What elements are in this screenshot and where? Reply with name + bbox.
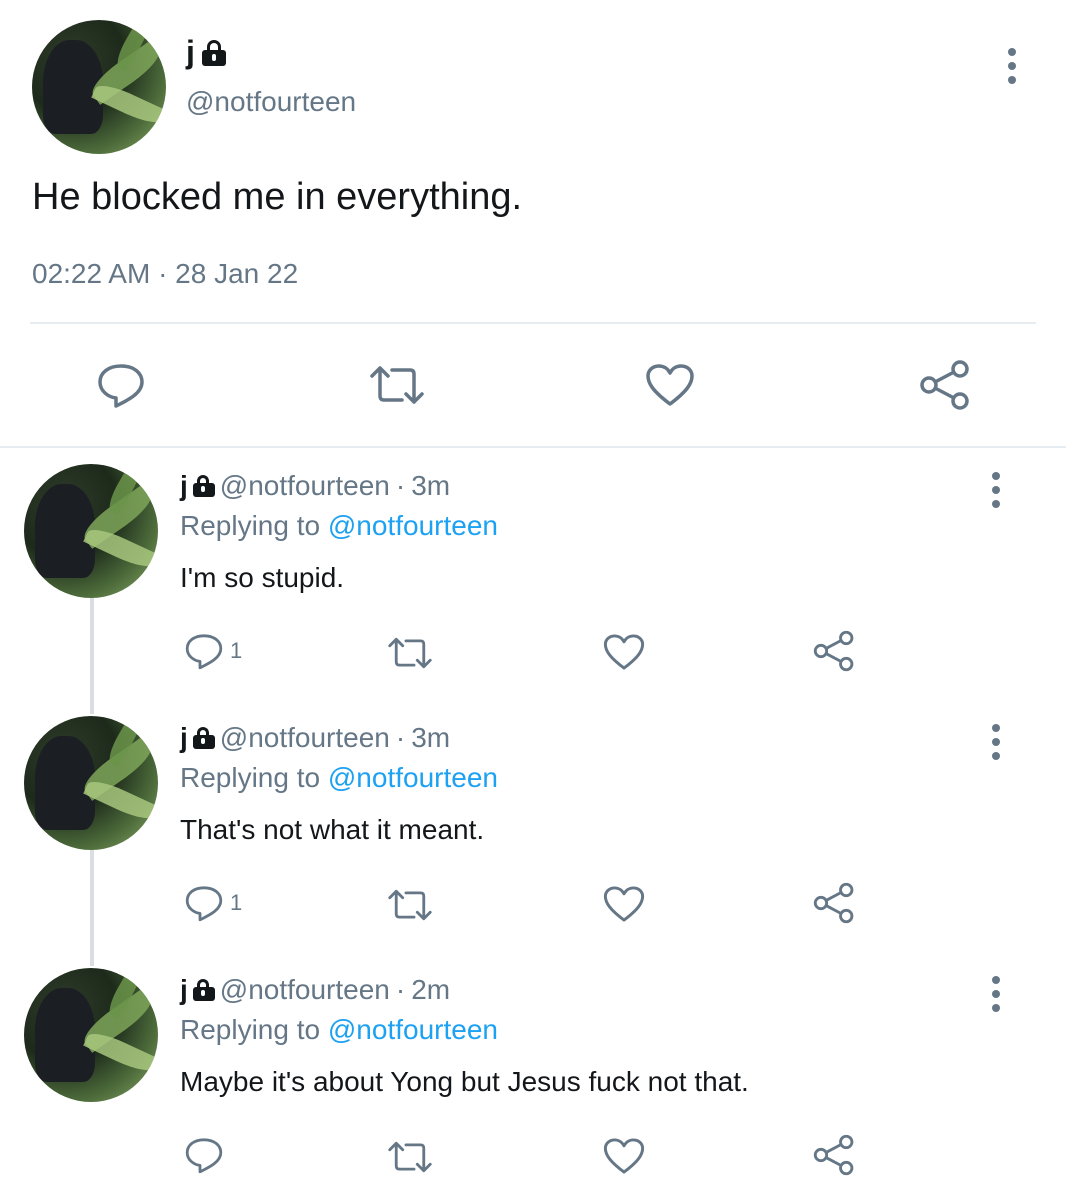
reply-button[interactable] (96, 362, 146, 408)
replying-to: Replying to @notfourteen (180, 1014, 498, 1045)
relative-time[interactable]: 3m (411, 722, 450, 754)
share-button[interactable] (812, 1134, 856, 1176)
mention-link[interactable]: @notfourteen (328, 510, 498, 541)
heart-icon (646, 364, 694, 406)
retweet-button[interactable] (386, 888, 434, 922)
thread-connector (90, 850, 94, 966)
tweet-text: I'm so stupid. (180, 562, 345, 593)
mention-link[interactable]: @notfourteen (328, 762, 498, 793)
reply-header: j @notfourteen · 2m (180, 974, 450, 1006)
reply-header: j @notfourteen · 3m (180, 722, 450, 754)
replying-to: Replying to @notfourteen (180, 510, 498, 541)
retweet-icon (388, 1141, 432, 1173)
mention-link[interactable]: @notfourteen (328, 1014, 498, 1045)
more-vertical-icon[interactable] (990, 976, 1002, 1012)
divider (30, 322, 1036, 324)
handle[interactable]: @notfourteen (220, 722, 390, 754)
reply-button[interactable]: 1 (184, 884, 242, 922)
replying-to: Replying to @notfourteen (180, 762, 498, 793)
retweet-icon (370, 366, 424, 404)
timestamp: 02:22 AM · 28 Jan 22 (32, 258, 299, 289)
divider (0, 446, 1066, 448)
retweet-button[interactable] (368, 364, 426, 406)
reply-header: j @notfourteen · 3m (180, 470, 450, 502)
speech-bubble-icon (185, 1138, 223, 1174)
retweet-icon (388, 889, 432, 921)
tweet-text: Maybe it's about Yong but Jesus fuck not… (180, 1066, 749, 1097)
share-icon (813, 630, 854, 672)
like-button[interactable] (602, 884, 646, 924)
share-icon (813, 882, 854, 924)
share-icon (920, 360, 969, 410)
retweet-button[interactable] (386, 636, 434, 670)
display-name[interactable]: j (180, 722, 215, 754)
avatar[interactable] (32, 20, 166, 154)
like-button[interactable] (602, 632, 646, 672)
heart-icon (603, 1138, 645, 1174)
reply-button[interactable] (184, 1136, 230, 1174)
relative-time[interactable]: 3m (411, 470, 450, 502)
share-button[interactable] (812, 630, 856, 672)
lock-icon (192, 727, 215, 749)
share-icon (813, 1134, 854, 1176)
handle[interactable]: @notfourteen (220, 974, 390, 1006)
tweet-text: He blocked me in everything. (32, 176, 523, 218)
lock-icon (192, 979, 215, 1001)
display-name[interactable]: j (180, 974, 215, 1006)
speech-bubble-icon (185, 886, 223, 922)
retweet-icon (388, 637, 432, 669)
display-name[interactable]: j (180, 470, 215, 502)
more-vertical-icon[interactable] (990, 724, 1002, 760)
handle[interactable]: @notfourteen (186, 86, 356, 118)
avatar[interactable] (24, 968, 158, 1102)
reply-count: 1 (230, 638, 243, 663)
avatar[interactable] (24, 464, 158, 598)
share-button[interactable] (812, 882, 856, 924)
more-vertical-icon[interactable] (990, 472, 1002, 508)
separator: · (395, 974, 406, 1005)
separator: · (395, 470, 406, 501)
lock-icon (192, 475, 215, 497)
avatar[interactable] (24, 716, 158, 850)
handle[interactable]: @notfourteen (220, 470, 390, 502)
more-vertical-icon[interactable] (1006, 48, 1018, 84)
like-button[interactable] (644, 362, 696, 408)
relative-time[interactable]: 2m (411, 974, 450, 1006)
speech-bubble-icon (98, 364, 144, 408)
separator: · (395, 722, 406, 753)
heart-icon (603, 886, 645, 922)
like-button[interactable] (602, 1136, 646, 1176)
reply-count: 1 (230, 890, 243, 915)
reply-button[interactable]: 1 (184, 632, 242, 670)
display-name[interactable]: j (186, 34, 227, 71)
tweet-text: That's not what it meant. (180, 814, 485, 845)
lock-icon (201, 39, 227, 66)
thread-connector (90, 598, 94, 714)
retweet-button[interactable] (386, 1140, 434, 1174)
heart-icon (603, 634, 645, 670)
share-button[interactable] (918, 360, 972, 410)
speech-bubble-icon (185, 634, 223, 670)
